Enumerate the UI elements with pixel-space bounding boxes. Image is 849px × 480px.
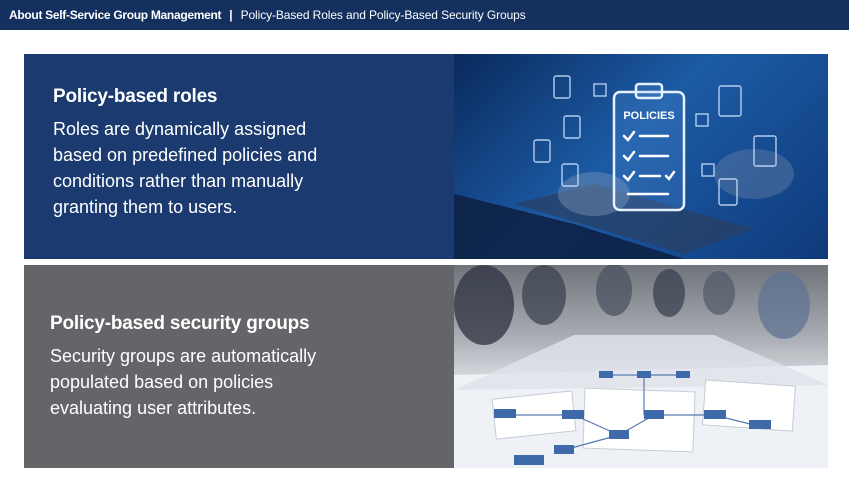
- policy-security-groups-card: Policy-based security groups Security gr…: [24, 265, 454, 468]
- header-subtitle: Policy-Based Roles and Policy-Based Secu…: [240, 8, 526, 22]
- policy-groups-description: Security groups are automatically popula…: [50, 346, 317, 418]
- policy-roles-card: Policy-based roles Roles are dynamically…: [24, 54, 454, 259]
- clipboard-label: POLICIES: [623, 110, 674, 122]
- meeting-image: [454, 265, 828, 468]
- policy-groups-title: Policy-based security groups: [50, 313, 310, 334]
- slide-header: About Self-Service Group Management | Po…: [0, 0, 849, 30]
- header-separator: |: [229, 8, 233, 22]
- policy-roles-title: Policy-based roles: [53, 86, 218, 107]
- policies-clipboard-icon: POLICIES: [454, 75, 794, 259]
- policies-image: POLICIES: [454, 54, 828, 259]
- policy-roles-description: Roles are dynamically assigned based on …: [53, 119, 318, 217]
- meeting-table-diagram-photo: [454, 265, 828, 468]
- header-section-title: About Self-Service Group Management: [9, 8, 222, 22]
